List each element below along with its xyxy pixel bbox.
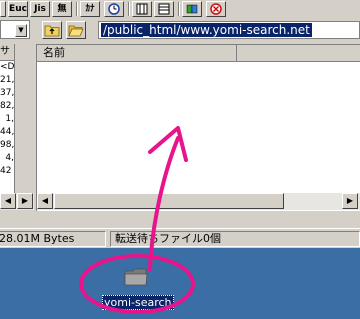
list-item[interactable]: 98, <box>0 139 14 152</box>
parent-folder-button[interactable] <box>42 21 62 39</box>
list-item[interactable]: 42 <box>0 165 14 178</box>
chevron-down-icon[interactable]: ▼ <box>15 24 27 37</box>
list-item[interactable]: 4, <box>0 152 14 165</box>
local-drive-select[interactable]: ▼ <box>0 20 30 39</box>
list-view-icon <box>136 3 148 15</box>
open-folder-button[interactable] <box>66 21 86 39</box>
folder-up-icon <box>44 25 60 37</box>
sync-button[interactable] <box>182 1 202 17</box>
desktop-folder-label[interactable]: yomi-search <box>102 295 174 310</box>
kana-button[interactable]: ｶﾅ <box>80 1 100 17</box>
list-item[interactable]: 82, <box>0 100 14 113</box>
sync-icon <box>186 4 198 14</box>
remote-file-list[interactable]: 名前 <box>36 44 360 212</box>
list-item[interactable]: 21, <box>0 74 14 87</box>
detail-view-button[interactable] <box>154 1 174 17</box>
kanji-none-button[interactable]: 無 <box>52 1 72 17</box>
stop-icon <box>210 3 222 15</box>
open-folder-icon <box>68 25 84 37</box>
toolbar-separator <box>128 2 130 16</box>
scroll-right-icon[interactable]: ▶ <box>17 193 33 209</box>
status-bar: 28.01M Bytes 転送待ちファイル0個 <box>0 228 360 249</box>
clock-icon <box>108 3 120 15</box>
list-item[interactable]: <D <box>0 61 14 74</box>
list-view-button[interactable] <box>132 1 152 17</box>
scroll-left-icon[interactable]: ◀ <box>37 193 53 209</box>
local-size-header[interactable]: サ <box>0 44 14 61</box>
list-item[interactable]: 37, <box>0 87 14 100</box>
list-item[interactable]: 1, <box>0 113 14 126</box>
jis-button[interactable]: Jis <box>30 1 50 17</box>
toolbar: Euc Jis 無 ｶﾅ <box>0 0 360 21</box>
remote-horizontal-scrollbar[interactable]: ◀ ▶ <box>37 193 360 210</box>
status-queue: 転送待ちファイル0個 <box>110 231 360 247</box>
toolbar-separator <box>178 2 180 16</box>
detail-view-icon <box>158 3 170 15</box>
stop-button[interactable] <box>206 1 226 17</box>
scroll-right-icon[interactable]: ▶ <box>342 193 358 209</box>
local-file-list[interactable]: サ <D 21, 37, 82, 1, 44, 98, 4, 42 <box>0 44 15 210</box>
remote-path-text: /public_html/www.yomi-search.net <box>101 23 312 37</box>
local-horizontal-scrollbar[interactable]: ◀ ▶ <box>0 193 34 210</box>
clock-button[interactable] <box>104 1 124 17</box>
pane-footer <box>0 211 360 228</box>
status-size: 28.01M Bytes <box>0 231 106 247</box>
remote-list-header: 名前 <box>37 45 360 62</box>
pane-splitter[interactable] <box>15 44 35 212</box>
toolbar-separator <box>76 2 78 16</box>
scrollbar-thumb[interactable] <box>54 193 284 209</box>
toolbar-edge <box>0 1 6 17</box>
name-column-header[interactable]: 名前 <box>37 45 237 61</box>
list-item[interactable]: 44, <box>0 126 14 139</box>
folder-icon[interactable] <box>124 267 148 287</box>
euc-button[interactable]: Euc <box>8 1 28 17</box>
desktop <box>0 248 360 319</box>
scroll-left-icon[interactable]: ◀ <box>0 193 16 209</box>
remote-path-input[interactable]: /public_html/www.yomi-search.net <box>98 21 360 39</box>
